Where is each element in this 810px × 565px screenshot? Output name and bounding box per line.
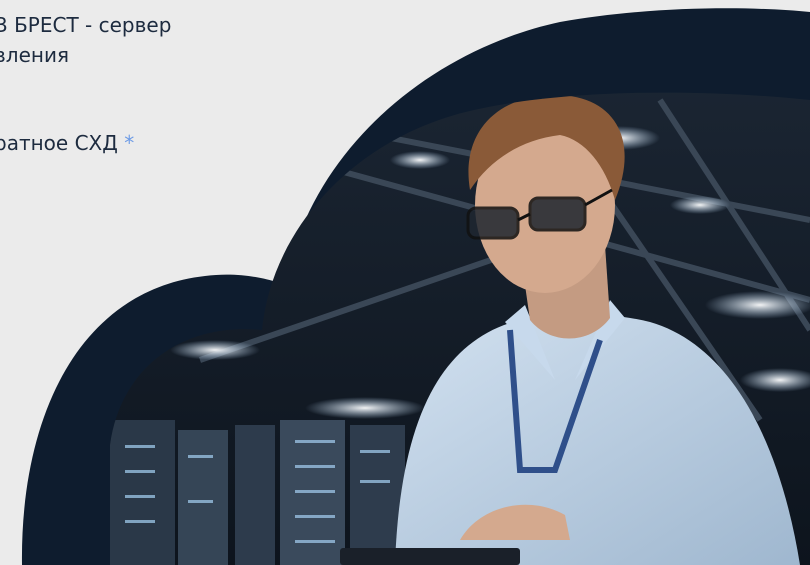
cloud-hero-image [21,8,810,565]
